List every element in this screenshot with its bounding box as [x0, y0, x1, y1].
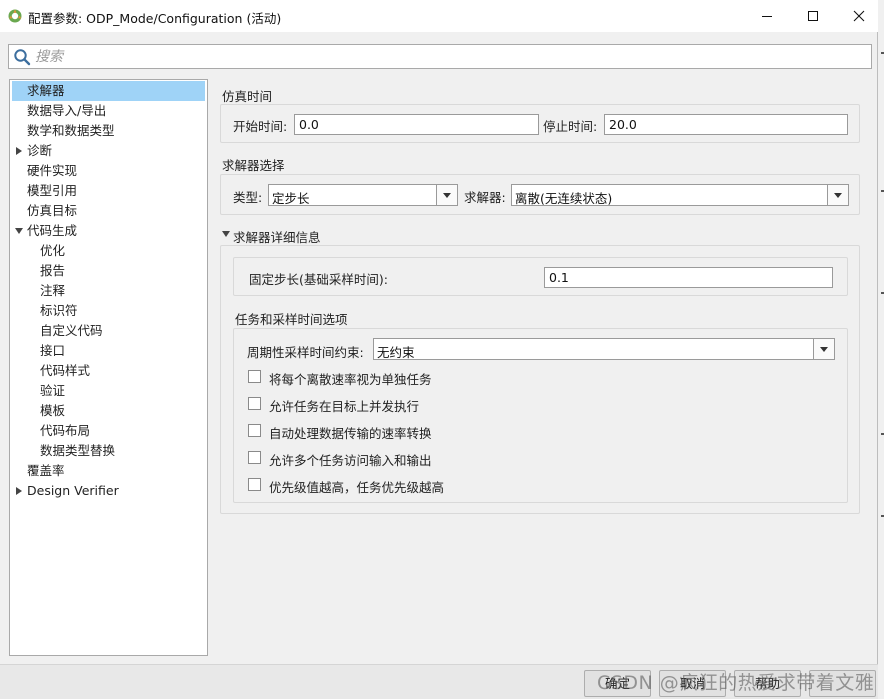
solver-details-heading: 求解器详细信息: [233, 230, 321, 245]
close-icon: [853, 10, 865, 22]
tree-item-model-reference[interactable]: 模型引用: [12, 181, 205, 201]
tree-item-templates[interactable]: 模板: [12, 401, 205, 421]
title-bar: 配置参数: ODP_Mode/Configuration (活动): [0, 0, 878, 32]
tree-item-report[interactable]: 报告: [12, 261, 205, 281]
collapse-arrow-icon[interactable]: [222, 231, 230, 237]
solver-select-group: 类型: 定步长 求解器: 离散(无连续状态): [220, 174, 860, 215]
tree-item-label: Design Verifier: [27, 483, 119, 498]
checkbox-label: 优先级值越高，任务优先级越高: [269, 480, 445, 495]
checkbox[interactable]: [248, 424, 261, 437]
tree-item-comments[interactable]: 注释: [12, 281, 205, 301]
solver-dropdown[interactable]: 离散(无连续状态): [511, 184, 849, 206]
checkbox[interactable]: [248, 397, 261, 410]
tree-item-code-generation[interactable]: 代码生成: [12, 221, 205, 241]
tree-item-coverage[interactable]: 覆盖率: [12, 461, 205, 481]
tree-item-label: 诊断: [27, 143, 53, 158]
tree-item-math-data-types[interactable]: 数学和数据类型: [12, 121, 205, 141]
tree-item-label: 覆盖率: [27, 463, 65, 478]
tree-item-label: 自定义代码: [40, 323, 103, 338]
minimize-button[interactable]: [744, 0, 790, 32]
fixed-step-group: 固定步长(基础采样时间):: [233, 257, 848, 296]
tree-item-interface[interactable]: 接口: [12, 341, 205, 361]
solver-label: 求解器:: [464, 190, 506, 205]
tree-item-verification[interactable]: 验证: [12, 381, 205, 401]
search-input[interactable]: [35, 47, 855, 66]
tree-item-label: 数据导入/导出: [27, 103, 107, 118]
tree-item-label: 仿真目标: [27, 203, 78, 218]
periodic-constraint-dropdown[interactable]: 无约束: [373, 338, 835, 360]
start-time-input[interactable]: [294, 114, 539, 135]
checkbox-label: 允许多个任务访问输入和输出: [269, 453, 432, 468]
type-label: 类型:: [233, 190, 263, 205]
tree-item-label: 注释: [40, 283, 66, 298]
minimize-icon: [762, 16, 772, 17]
tree-item-label: 求解器: [27, 83, 65, 98]
tree-item-design-verifier[interactable]: Design Verifier: [12, 481, 205, 501]
close-button[interactable]: [836, 0, 882, 32]
stop-time-input[interactable]: [604, 114, 848, 135]
expand-arrow-icon[interactable]: [16, 487, 22, 495]
solver-details-group: 固定步长(基础采样时间): 任务和采样时间选项 周期性采样时间约束: 无约束 将…: [220, 245, 860, 514]
checkbox[interactable]: [248, 478, 261, 491]
sim-time-group: 开始时间: 停止时间:: [220, 104, 860, 143]
collapse-arrow-icon[interactable]: [15, 228, 23, 234]
tree-item-data-type-replacement[interactable]: 数据类型替换: [12, 441, 205, 461]
tasking-group: 周期性采样时间约束: 无约束 将每个离散速率视为单独任务 允许任务在目标上并发执…: [233, 328, 848, 503]
checkbox[interactable]: [248, 370, 261, 383]
fixed-step-label: 固定步长(基础采样时间):: [249, 272, 388, 287]
tree-item-hardware-impl[interactable]: 硬件实现: [12, 161, 205, 181]
tree-item-label: 标识符: [40, 303, 78, 318]
config-dialog: 配置参数: ODP_Mode/Configuration (活动) 求解器 数据…: [0, 0, 878, 699]
tree-item-label: 接口: [40, 343, 66, 358]
tree-item-custom-code[interactable]: 自定义代码: [12, 321, 205, 341]
tree-item-label: 验证: [40, 383, 66, 398]
checkbox[interactable]: [248, 451, 261, 464]
periodic-constraint-label: 周期性采样时间约束:: [247, 345, 364, 360]
tree-item-label: 优化: [40, 243, 66, 258]
watermark: CSDN @疯狂的热爱求带着文雅: [597, 672, 875, 694]
search-box[interactable]: [8, 44, 872, 69]
expand-arrow-icon[interactable]: [16, 147, 22, 155]
maximize-icon: [808, 11, 818, 21]
stop-time-label: 停止时间:: [543, 119, 598, 134]
tree-item-code-style[interactable]: 代码样式: [12, 361, 205, 381]
checkbox-label: 将每个离散速率视为单独任务: [269, 372, 432, 387]
tree-item-sim-target[interactable]: 仿真目标: [12, 201, 205, 221]
category-tree[interactable]: 求解器 数据导入/导出 数学和数据类型 诊断 硬件实现 模型引用 仿真目标 代码…: [9, 79, 208, 656]
tree-item-label: 报告: [40, 263, 66, 278]
periodic-constraint-value: 无约束: [377, 345, 415, 360]
tree-item-optimization[interactable]: 优化: [12, 241, 205, 261]
checkbox-label: 允许任务在目标上并发执行: [269, 399, 420, 414]
start-time-label: 开始时间:: [233, 119, 288, 134]
sim-time-heading: 仿真时间: [222, 89, 273, 104]
tasking-heading: 任务和采样时间选项: [235, 312, 348, 327]
tree-item-label: 模板: [40, 403, 66, 418]
search-icon: [14, 49, 31, 66]
tree-item-solver[interactable]: 求解器: [12, 81, 205, 101]
tree-item-label: 代码样式: [40, 363, 91, 378]
tree-item-code-placement[interactable]: 代码布局: [12, 421, 205, 441]
dropdown-arrow-icon[interactable]: [436, 185, 457, 205]
solver-select-heading: 求解器选择: [222, 158, 285, 173]
type-dropdown[interactable]: 定步长: [268, 184, 458, 206]
tree-item-identifiers[interactable]: 标识符: [12, 301, 205, 321]
tree-item-data-import-export[interactable]: 数据导入/导出: [12, 101, 205, 121]
type-dropdown-value: 定步长: [272, 191, 310, 206]
tree-item-label: 硬件实现: [27, 163, 78, 178]
solver-dropdown-value: 离散(无连续状态): [515, 191, 613, 206]
tree-item-label: 数据类型替换: [40, 443, 116, 458]
dropdown-arrow-icon[interactable]: [827, 185, 848, 205]
dropdown-arrow-icon[interactable]: [813, 339, 834, 359]
tree-item-diagnostics[interactable]: 诊断: [12, 141, 205, 161]
tree-item-label: 代码生成: [27, 223, 78, 238]
window-title: 配置参数: ODP_Mode/Configuration (活动): [28, 11, 282, 26]
checkbox-label: 自动处理数据传输的速率转换: [269, 426, 432, 441]
tree-item-label: 数学和数据类型: [27, 123, 115, 138]
tree-item-label: 代码布局: [40, 423, 91, 438]
tree-item-label: 模型引用: [27, 183, 78, 198]
maximize-button[interactable]: [790, 0, 836, 32]
fixed-step-input[interactable]: [544, 267, 833, 288]
simulink-app-icon: [8, 9, 22, 23]
